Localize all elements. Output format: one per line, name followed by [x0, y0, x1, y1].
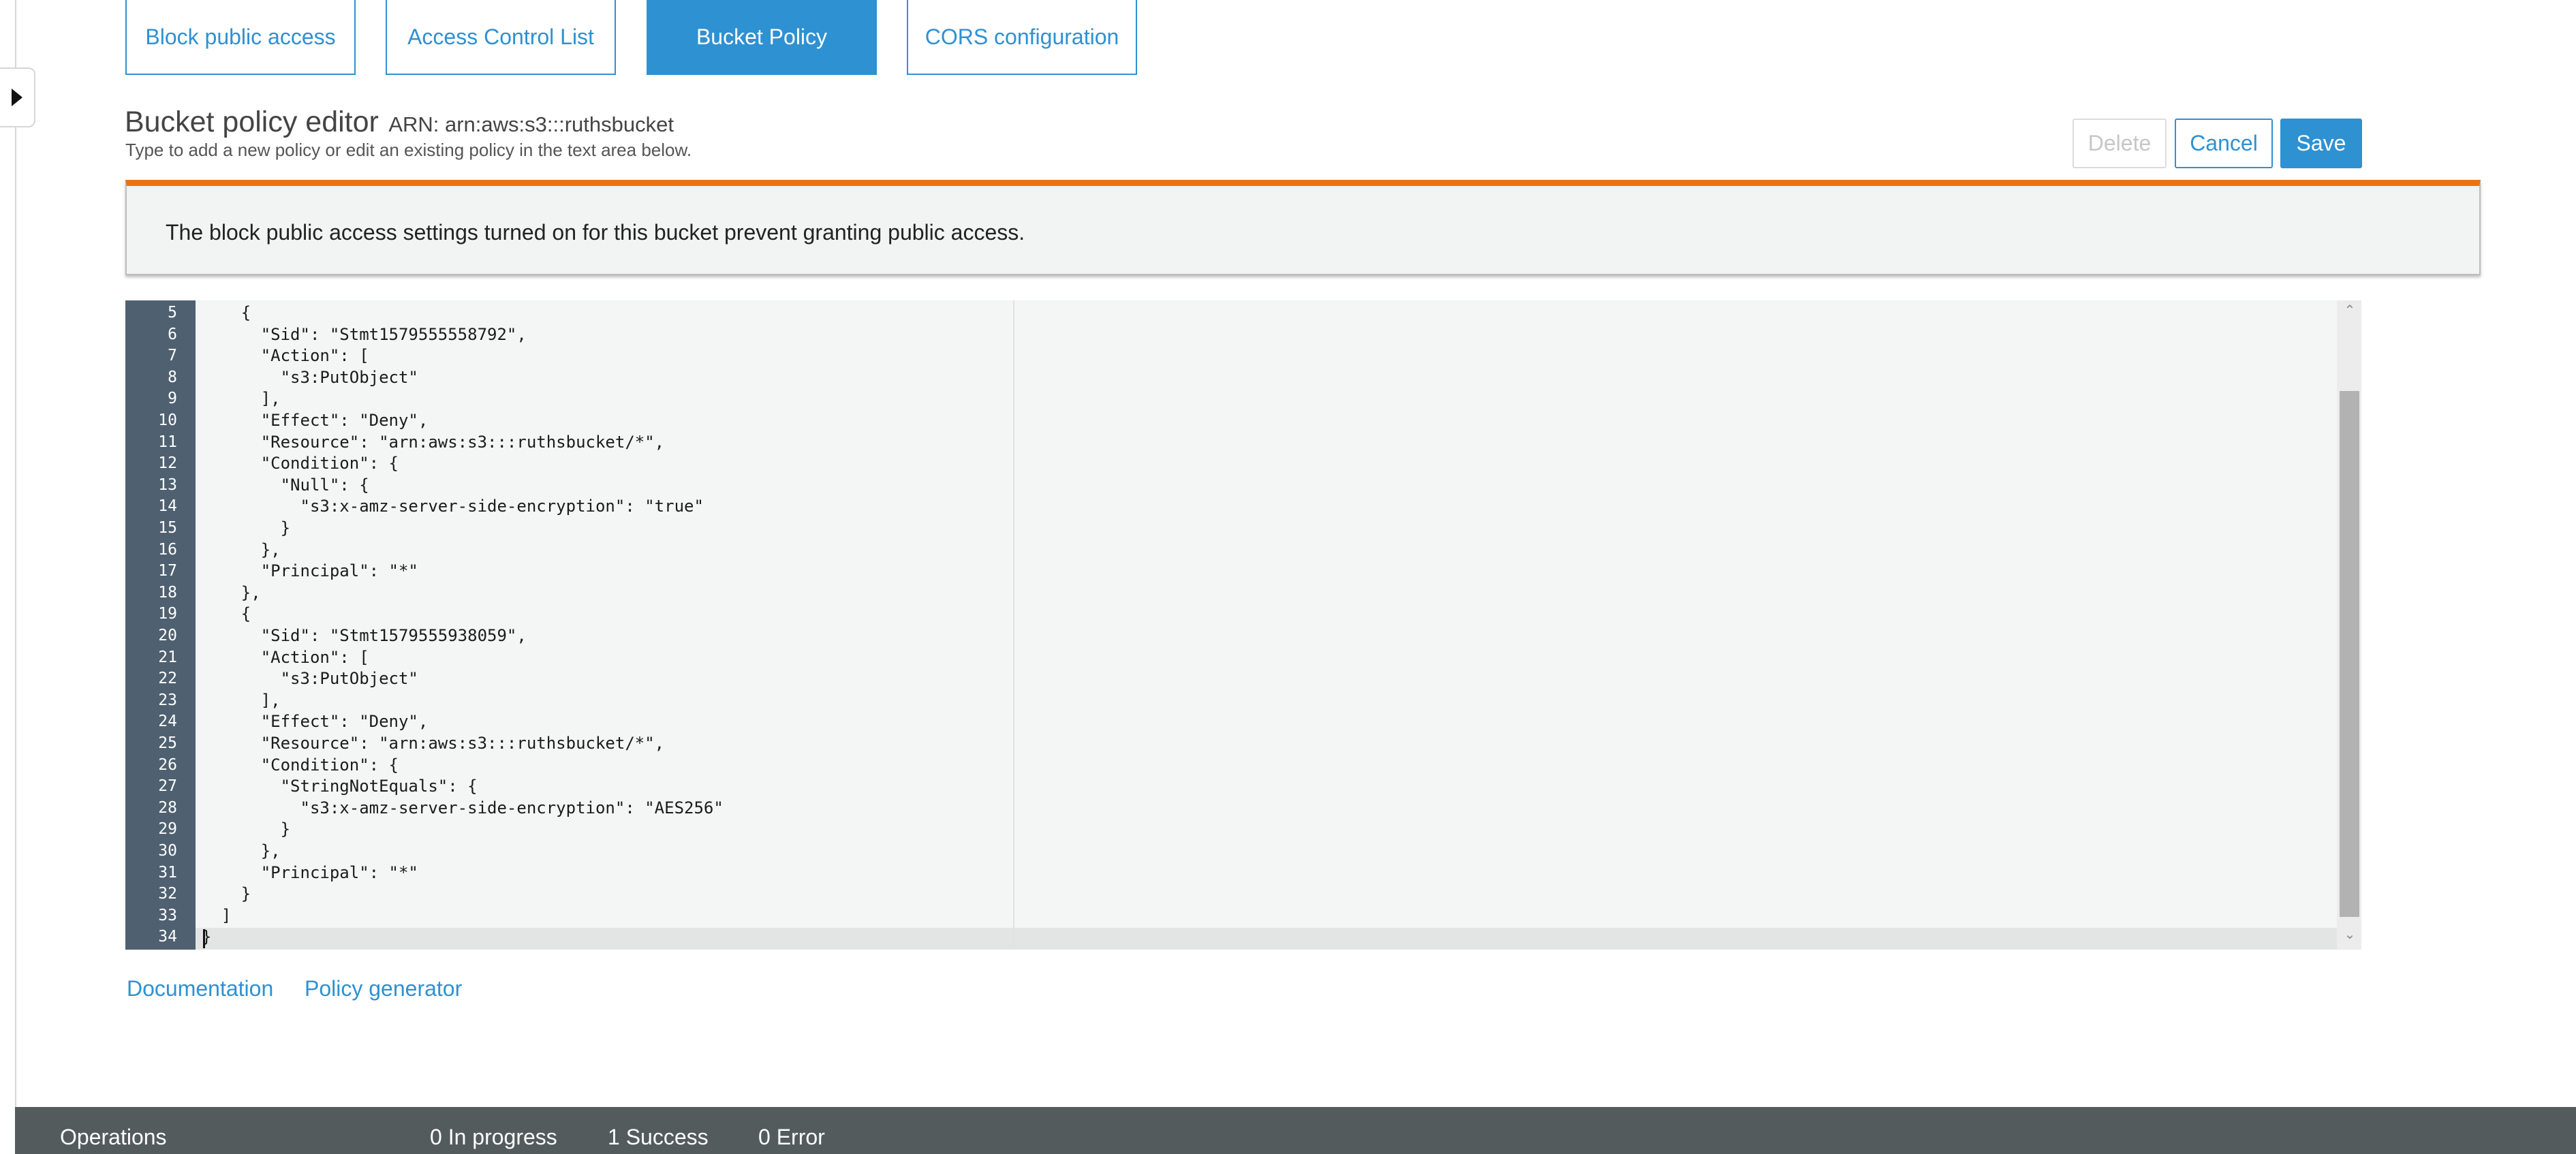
line-number: 12: [158, 454, 177, 473]
line-number: 25: [158, 734, 177, 752]
line-number: 16: [158, 540, 177, 559]
side-panel-rail: [0, 0, 16, 1154]
tab-bucket-policy[interactable]: Bucket Policy: [647, 0, 877, 75]
documentation-link[interactable]: Documentation: [127, 976, 273, 1001]
tab-block-public-access[interactable]: Block public access: [125, 0, 356, 75]
line-number: 34: [158, 928, 177, 946]
alert-message: The block public access settings turned …: [166, 220, 1025, 245]
code-line[interactable]: "StringNotEquals": {: [202, 776, 478, 798]
code-line[interactable]: "s3:x-amz-server-side-encryption": "AES2…: [202, 798, 723, 820]
line-number: 5: [168, 304, 177, 322]
line-number: 20: [158, 627, 177, 644]
line-number: 9: [168, 390, 177, 408]
line-number: 31: [158, 863, 177, 882]
code-line[interactable]: ]: [202, 905, 231, 927]
line-number: 18: [158, 583, 177, 602]
tab-cors-configuration[interactable]: CORS configuration: [907, 0, 1137, 75]
code-line[interactable]: "s3:PutObject": [202, 367, 418, 389]
scrollbar-thumb[interactable]: [2340, 391, 2359, 917]
line-number: 13: [158, 475, 177, 494]
line-number: 29: [158, 820, 177, 839]
code-line[interactable]: },: [202, 841, 281, 862]
line-number: 26: [158, 755, 177, 774]
code-line[interactable]: "Principal": "*": [202, 561, 418, 582]
active-line-highlight: [196, 928, 2361, 950]
warning-alert: The block public access settings turned …: [125, 180, 2481, 275]
line-number: 27: [158, 777, 177, 796]
code-line[interactable]: "Resource": "arn:aws:s3:::ruthsbucket/*"…: [202, 733, 664, 755]
operations-bar[interactable]: Operations 0 In progress 1 Success 0 Err…: [15, 1107, 2576, 1154]
delete-button[interactable]: Delete: [2073, 119, 2167, 168]
code-line[interactable]: "Action": [: [202, 345, 369, 367]
expand-panel-button[interactable]: [0, 67, 35, 127]
editor-header: Bucket policy editor ARN: arn:aws:s3:::r…: [125, 106, 674, 139]
line-number: 6: [168, 325, 177, 343]
code-line[interactable]: "Effect": "Deny",: [202, 410, 429, 432]
code-line[interactable]: "Effect": "Deny",: [202, 711, 429, 733]
code-line[interactable]: {: [202, 604, 251, 625]
code-line[interactable]: },: [202, 540, 281, 561]
line-number: 21: [158, 648, 177, 666]
line-number: 23: [158, 691, 177, 709]
code-line[interactable]: "Resource": "arn:aws:s3:::ruthsbucket/*"…: [202, 432, 664, 454]
code-line[interactable]: "Principal": "*": [202, 862, 418, 884]
caret-right-icon: [12, 89, 22, 106]
line-number: 28: [158, 798, 177, 817]
code-line[interactable]: "s3:x-amz-server-side-encryption": "true…: [202, 496, 703, 518]
line-number-gutter: 5 6 7 8 9 10 11 12 13 14 15 16 17 18 19 20 21 22 23 24 25 26 2…: [125, 300, 196, 950]
error-count[interactable]: 0 Error: [758, 1125, 825, 1150]
line-number: 11: [158, 433, 177, 451]
operations-title[interactable]: Operations: [60, 1125, 167, 1150]
save-button[interactable]: Save: [2280, 119, 2362, 168]
text-cursor: [203, 929, 205, 948]
code-line[interactable]: "Action": [: [202, 647, 369, 669]
code-line[interactable]: }: [202, 819, 290, 841]
code-line[interactable]: "Sid": "Stmt1579555938059",: [202, 625, 527, 647]
policy-generator-link[interactable]: Policy generator: [305, 976, 462, 1001]
bucket-arn: ARN: arn:aws:s3:::ruthsbucket: [388, 112, 674, 136]
code-line[interactable]: }: [202, 518, 290, 540]
line-number: 24: [158, 713, 177, 731]
code-line[interactable]: "s3:PutObject": [202, 668, 418, 690]
policy-code-editor[interactable]: 5 6 7 8 9 10 11 12 13 14 15 16 17 18 19 20 21 22 23 24 25 26 2…: [125, 300, 2361, 950]
line-number: 7: [168, 347, 177, 365]
print-margin: [1013, 300, 1014, 950]
code-line[interactable]: },: [202, 582, 261, 604]
page-title: Bucket policy editor: [125, 106, 379, 138]
code-line[interactable]: ],: [202, 388, 281, 410]
tab-access-control-list[interactable]: Access Control List: [386, 0, 616, 75]
line-number: 33: [158, 906, 177, 924]
line-number: 19: [158, 605, 177, 623]
success-count[interactable]: 1 Success: [608, 1125, 709, 1150]
line-number: 10: [158, 411, 177, 429]
scroll-up-icon[interactable]: ⌃: [2341, 302, 2359, 319]
code-line[interactable]: {: [202, 302, 251, 324]
code-line[interactable]: "Condition": {: [202, 755, 399, 777]
line-number: 14: [158, 497, 177, 516]
in-progress-count[interactable]: 0 In progress: [430, 1125, 557, 1150]
cancel-button[interactable]: Cancel: [2175, 119, 2273, 168]
code-line[interactable]: ],: [202, 690, 281, 712]
line-number: 15: [158, 519, 177, 537]
code-line[interactable]: "Null": {: [202, 475, 369, 497]
line-number: 30: [158, 842, 177, 860]
code-line[interactable]: "Condition": {: [202, 453, 399, 475]
line-number: 17: [158, 562, 177, 580]
line-number: 8: [168, 368, 177, 386]
code-line[interactable]: "Sid": "Stmt1579555558792",: [202, 324, 527, 346]
line-number: 22: [158, 670, 177, 688]
line-number: 32: [158, 885, 177, 903]
editor-subtitle: Type to add a new policy or edit an exis…: [125, 140, 692, 160]
scroll-down-icon[interactable]: ⌄: [2341, 926, 2359, 943]
code-line[interactable]: }: [202, 884, 251, 905]
